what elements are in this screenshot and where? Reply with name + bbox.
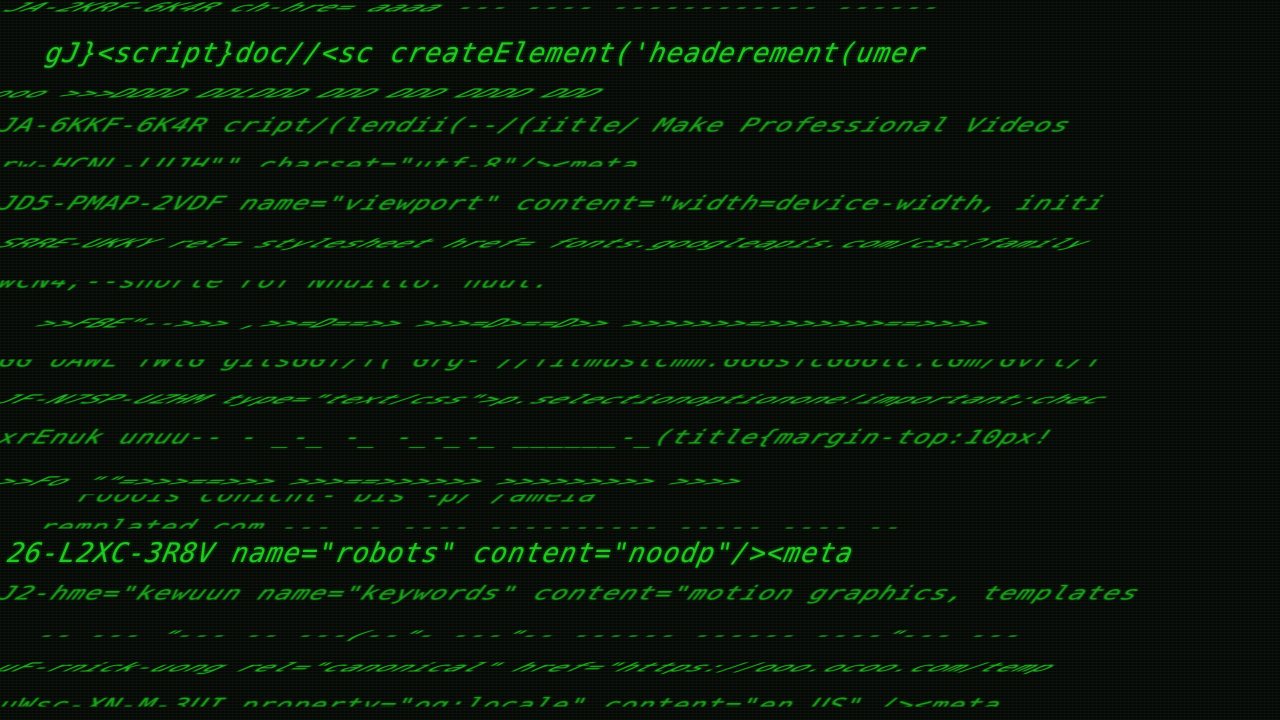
- code-line-7: wCN4;--snorle rof Nnuillo. nuul.: [0, 270, 558, 293]
- code-line-14: remplated com --- -- ---- ---------- ---…: [34, 516, 909, 539]
- code-line-6: SRRE-UKKY rel= stylesheet href= fonts.go…: [0, 236, 1101, 251]
- code-line-16: J2-hme="kewuun name="keywords" content="…: [0, 582, 1145, 605]
- code-line-8: >>FBE"-->>> ,>>=D==>> >>>=D>==D>> >>>>>>…: [26, 316, 1003, 331]
- code-line-4: rw-HCNL-LUJH"" charset="utf-8"/><meta: [0, 154, 645, 177]
- code-line-1: gJ}<script}doc//<sc createElement('heade…: [42, 38, 930, 69]
- code-line-11: xrEnuk unuu-- - _-_ -_ -_-_-_ ______-_(t…: [0, 426, 1059, 449]
- code-line-12: >>Fo ""=>>>==>>> >>>==>>>>>> >>>>>>>>> >…: [0, 474, 755, 489]
- code-line-10: JF-N7SP-UZHM type="text/css">p.selection…: [0, 392, 1118, 407]
- code-line-5: JD5-PMAP-2VDF name="viewport" content="w…: [0, 192, 1110, 215]
- code-line-9: GG UAWL fWlG gilsGGf/f( Grg- //fitmustcm…: [0, 349, 1110, 372]
- code-line-19: uWsc-XN-M-3UI property="og:locale" conte…: [0, 694, 1007, 717]
- code-line-18: uF-rnick-uong rel="canonical" href="http…: [0, 660, 1066, 675]
- code-line-2: ooo >>>DDDD DDLDDD DDD DDD DDDD DDD: [0, 86, 612, 101]
- code-line-3: JA-6KKF-6K4R cript/(lendii(--/(iitle/ Ma…: [0, 114, 1076, 137]
- code-line-17: -- --- "--- -- ---(--"- ---"-- ------ --…: [26, 628, 1037, 643]
- code-line-15: 26-L2XC-3R8V name="robots" content="nood…: [4, 538, 857, 569]
- code-line-0: JA-2KRF-6K4R ch-hre= aaaa --- ---- -----…: [0, 0, 955, 15]
